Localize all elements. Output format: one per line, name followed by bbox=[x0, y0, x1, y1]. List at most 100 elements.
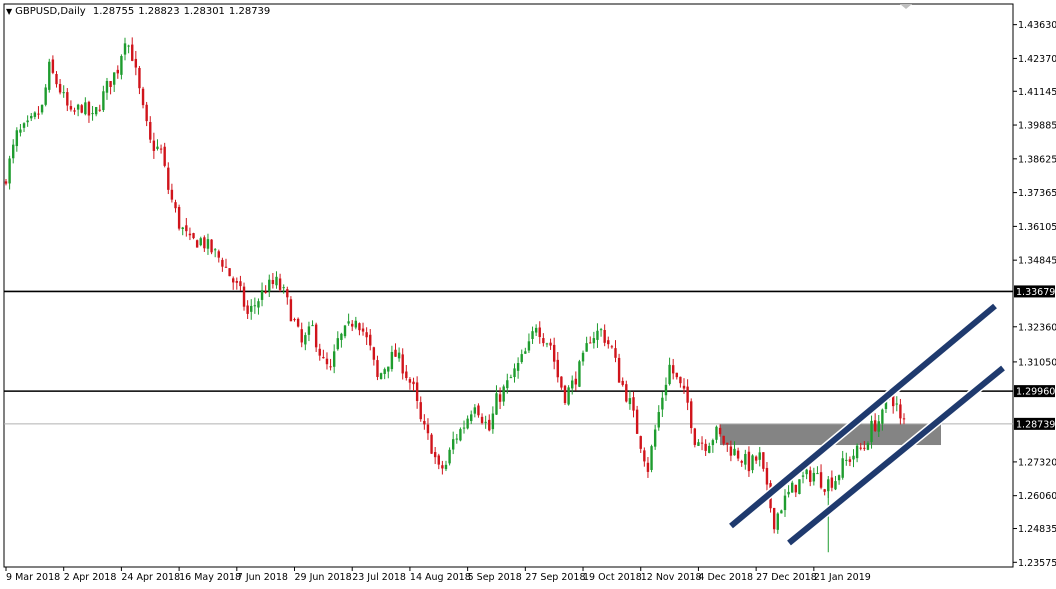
candle-body bbox=[347, 321, 350, 324]
candle-body bbox=[174, 202, 177, 209]
candle-body bbox=[747, 451, 751, 472]
candle-body bbox=[73, 110, 76, 112]
candle-body bbox=[772, 507, 776, 530]
candle-body bbox=[733, 448, 736, 456]
candle-body bbox=[780, 510, 783, 514]
candle-body bbox=[253, 305, 257, 307]
candle-body bbox=[423, 420, 426, 425]
candle-body bbox=[617, 357, 621, 383]
candle-body bbox=[845, 459, 848, 461]
y-tick-label: 1.26060 bbox=[1018, 491, 1056, 502]
candle-body bbox=[848, 459, 852, 462]
candle-body bbox=[816, 473, 819, 475]
x-tick-label: 14 Aug 2018 bbox=[410, 572, 471, 583]
candle-body bbox=[592, 338, 596, 344]
candle-body bbox=[697, 442, 700, 446]
candle-body bbox=[653, 429, 657, 447]
candle-body bbox=[40, 104, 44, 113]
candle-body bbox=[866, 443, 870, 450]
candle-body bbox=[185, 225, 188, 232]
candle-body bbox=[451, 439, 455, 450]
candle-body bbox=[322, 357, 325, 359]
candle-body bbox=[268, 279, 271, 292]
candle-body bbox=[8, 158, 11, 184]
y-tick-label: 1.38625 bbox=[1018, 154, 1056, 165]
x-tick-label: 19 Oct 2018 bbox=[583, 572, 642, 583]
y-tick-label: 1.24835 bbox=[1018, 524, 1056, 535]
candle-body bbox=[480, 416, 484, 423]
y-tick-label: 1.36105 bbox=[1018, 222, 1056, 233]
candle-body bbox=[102, 91, 105, 111]
candle-body bbox=[729, 446, 733, 456]
candle-body bbox=[574, 378, 578, 385]
candle-body bbox=[639, 436, 642, 449]
candle-body bbox=[22, 123, 26, 128]
candle-body bbox=[361, 328, 365, 332]
candle-body bbox=[149, 121, 152, 140]
candle-body bbox=[282, 287, 285, 289]
chart-shift-triangle-icon[interactable] bbox=[900, 4, 912, 9]
candle-body bbox=[293, 319, 296, 321]
candle-body bbox=[895, 403, 898, 405]
candle-body bbox=[491, 413, 495, 430]
candle-body bbox=[250, 305, 253, 312]
candle-body bbox=[466, 418, 469, 429]
candle-body bbox=[870, 420, 873, 442]
candle-body bbox=[765, 467, 769, 485]
candle-body bbox=[199, 238, 202, 246]
candle-body bbox=[650, 446, 653, 470]
candle-body bbox=[98, 109, 101, 111]
candle-body bbox=[675, 372, 678, 378]
candle-body bbox=[19, 129, 22, 133]
candle-body bbox=[271, 280, 275, 285]
candle-body bbox=[358, 323, 361, 331]
candle-body bbox=[646, 462, 650, 472]
candle-body bbox=[37, 113, 40, 115]
candle-body bbox=[664, 384, 668, 396]
candle-body bbox=[484, 421, 487, 423]
candle-body bbox=[4, 181, 8, 184]
candle-body bbox=[354, 320, 358, 328]
candle-body bbox=[585, 343, 588, 352]
candle-body bbox=[758, 452, 761, 460]
candle-body bbox=[473, 407, 477, 414]
candle-body bbox=[859, 447, 862, 449]
candle-body bbox=[246, 305, 249, 314]
x-tick-label: 29 Jun 2018 bbox=[295, 572, 352, 583]
candle-body bbox=[679, 376, 682, 384]
candle-body bbox=[621, 380, 624, 385]
candle-body bbox=[740, 461, 743, 463]
candle-body bbox=[498, 394, 502, 402]
price-chart[interactable]: 1.43630 1.42370 1.41145 1.39885 1.38625 1.373… bbox=[0, 0, 1056, 589]
candle-body bbox=[437, 455, 440, 465]
candle-body bbox=[141, 88, 145, 106]
candle-body bbox=[206, 239, 210, 249]
x-tick-label: 4 Dec 2018 bbox=[698, 572, 753, 583]
candle-body bbox=[801, 475, 805, 477]
candle-body bbox=[704, 443, 707, 451]
candle-body bbox=[340, 333, 343, 340]
candle-body bbox=[300, 329, 303, 343]
candle-body bbox=[455, 438, 459, 440]
candle-body bbox=[441, 465, 444, 469]
candle-body bbox=[495, 393, 498, 415]
candle-body bbox=[376, 360, 379, 377]
candle-body bbox=[296, 318, 300, 327]
candle-body bbox=[221, 259, 224, 267]
candle-body bbox=[805, 469, 808, 475]
candle-body bbox=[232, 278, 235, 283]
candle-body bbox=[754, 456, 758, 461]
candle-body bbox=[304, 335, 307, 345]
candle-body bbox=[470, 414, 473, 422]
candle-body bbox=[131, 44, 134, 61]
candle-body bbox=[899, 404, 902, 419]
candle-body bbox=[722, 435, 725, 444]
candle-body bbox=[657, 412, 660, 428]
candle-body bbox=[397, 352, 401, 359]
candle-body bbox=[30, 116, 33, 119]
candle-body bbox=[783, 495, 787, 511]
candle-body bbox=[823, 489, 826, 492]
candle-body bbox=[405, 371, 408, 379]
candle-body bbox=[58, 83, 62, 93]
candle-body bbox=[260, 290, 264, 300]
